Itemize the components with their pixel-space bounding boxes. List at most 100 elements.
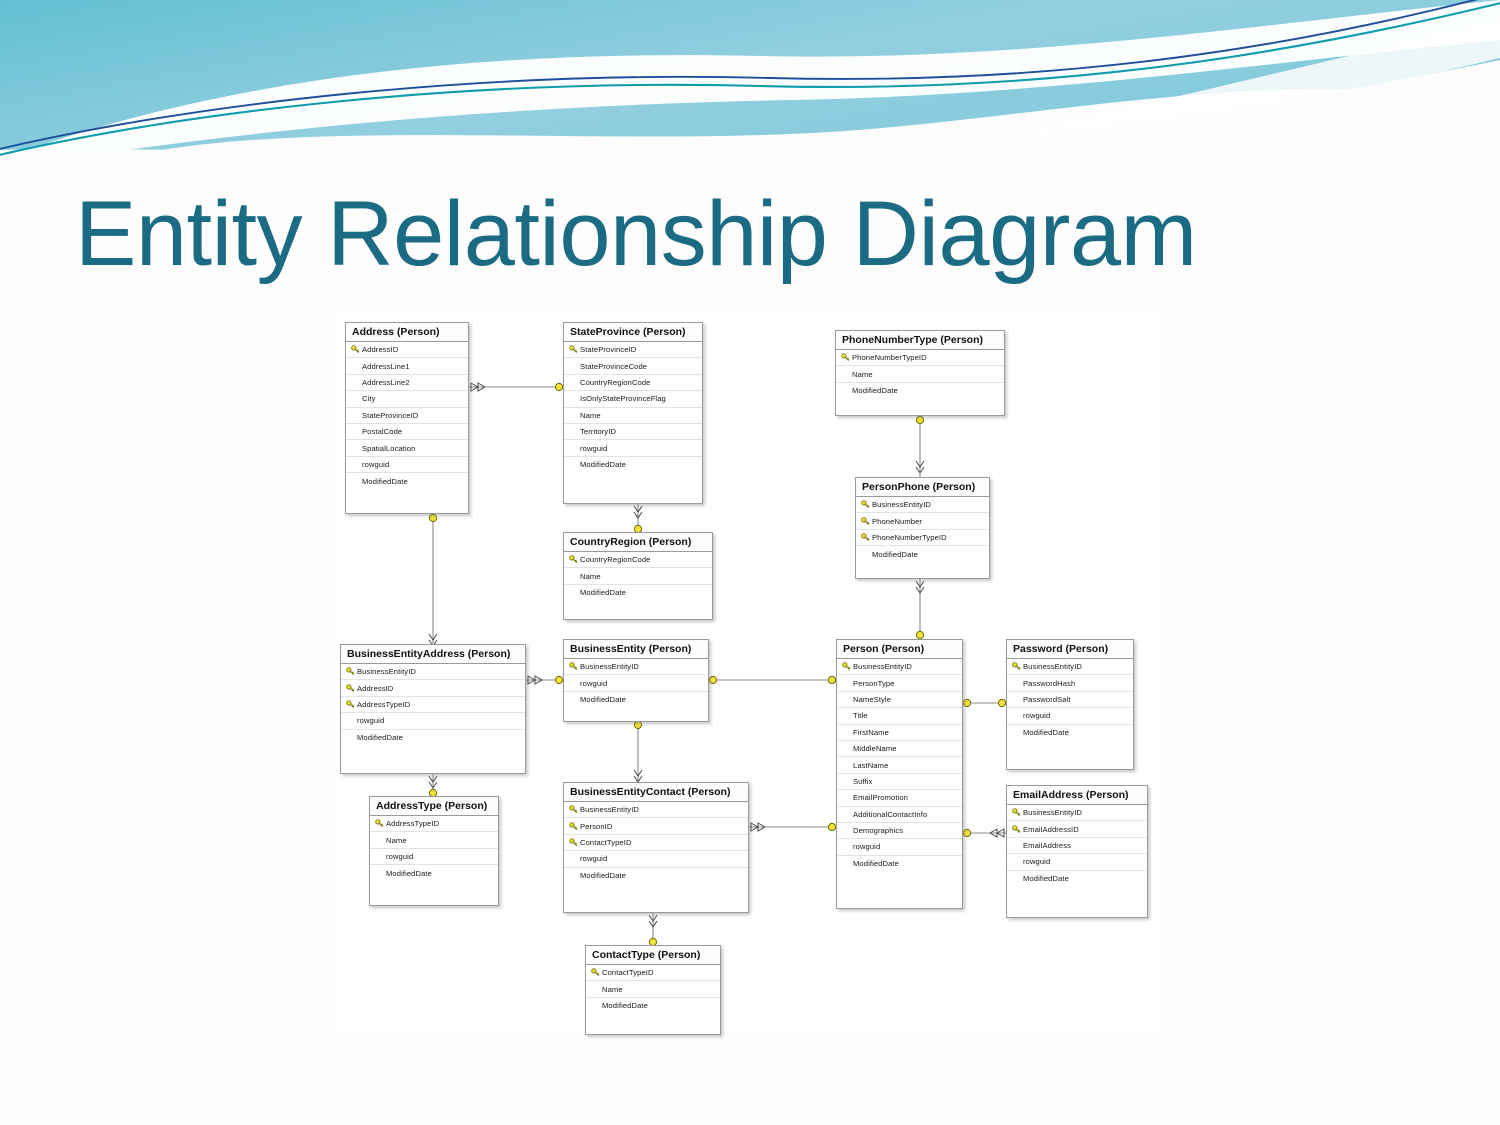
entity-field-row[interactable]: AddressID: [341, 680, 525, 697]
entity-table-stateprovince[interactable]: StateProvince (Person) StateProvinceID Sta…: [563, 322, 703, 504]
entity-field-row[interactable]: rowguid: [564, 851, 748, 868]
entity-field-row[interactable]: ModifiedDate: [837, 856, 962, 872]
entity-table-countryregion[interactable]: CountryRegion (Person) CountryRegionCode N…: [563, 532, 713, 620]
entity-field-row[interactable]: AddressTypeID: [341, 697, 525, 714]
header-wave-graphic: [0, 0, 1500, 160]
entity-field-row[interactable]: rowguid: [564, 440, 702, 457]
entity-field-row[interactable]: AddressTypeID: [370, 816, 498, 833]
entity-field-row[interactable]: MiddleName: [837, 741, 962, 758]
entity-field-row[interactable]: ModifiedDate: [1007, 871, 1147, 887]
entity-field-row[interactable]: Name: [564, 408, 702, 424]
entity-table-emailaddress[interactable]: EmailAddress (Person) BusinessEntityID Ema…: [1006, 785, 1148, 918]
entity-field-row[interactable]: Demographics: [837, 823, 962, 840]
entity-table-addresstype[interactable]: AddressType (Person) AddressTypeID Name row…: [369, 796, 499, 906]
entity-field-row[interactable]: rowguid: [370, 849, 498, 866]
entity-field-row[interactable]: LastName: [837, 757, 962, 774]
entity-field-row[interactable]: ModifiedDate: [346, 473, 468, 489]
entity-field-row[interactable]: ModifiedDate: [564, 457, 702, 473]
entity-field-row[interactable]: ModifiedDate: [1007, 725, 1133, 741]
entity-field-row[interactable]: rowguid: [837, 839, 962, 856]
entity-field-row[interactable]: AddressLine1: [346, 358, 468, 375]
entity-field-row[interactable]: AdditionalContactInfo: [837, 807, 962, 823]
primary-key-icon: [859, 500, 872, 509]
entity-field-row[interactable]: ModifiedDate: [586, 998, 720, 1014]
entity-field-row[interactable]: SpatialLocation: [346, 440, 468, 457]
entity-field-row[interactable]: FirstName: [837, 725, 962, 741]
entity-field-row[interactable]: StateProvinceCode: [564, 358, 702, 375]
entity-schema: (Person): [642, 326, 686, 338]
entity-field-row[interactable]: BusinessEntityID: [856, 497, 989, 514]
entity-field-row[interactable]: Name: [836, 366, 1004, 383]
entity-field-row[interactable]: Title: [837, 708, 962, 725]
entity-table-password[interactable]: Password (Person) BusinessEntityID Passwor…: [1006, 639, 1134, 770]
entity-field-row[interactable]: EmailAddress: [1007, 838, 1147, 855]
entity-table-businessentity[interactable]: BusinessEntity (Person) BusinessEntityID r…: [563, 639, 709, 722]
entity-field-row[interactable]: ModifiedDate: [564, 868, 748, 884]
entity-field-row[interactable]: BusinessEntityID: [837, 659, 962, 676]
entity-table-person[interactable]: Person (Person) BusinessEntityID PersonTyp…: [836, 639, 963, 909]
entity-field-row[interactable]: PersonType: [837, 675, 962, 692]
entity-table-personphone[interactable]: PersonPhone (Person) BusinessEntityID Phon…: [855, 477, 990, 579]
entity-field-row[interactable]: NameStyle: [837, 692, 962, 709]
entity-field-row[interactable]: Name: [586, 981, 720, 998]
entity-field-row[interactable]: ContactTypeID: [564, 835, 748, 852]
entity-field-row[interactable]: PasswordSalt: [1007, 692, 1133, 709]
entity-field-row[interactable]: StateProvinceID: [346, 408, 468, 424]
entity-field-row[interactable]: AddressLine2: [346, 375, 468, 392]
entity-field-row[interactable]: Suffix: [837, 774, 962, 791]
field-name: NameStyle: [853, 694, 892, 704]
entity-field-row[interactable]: ModifiedDate: [341, 730, 525, 746]
entity-field-row[interactable]: BusinessEntityID: [1007, 805, 1147, 822]
field-name: ModifiedDate: [852, 386, 898, 396]
entity-field-row[interactable]: PersonID: [564, 818, 748, 835]
entity-field-row[interactable]: PostalCode: [346, 424, 468, 441]
entity-table-address[interactable]: Address (Person) AddressID AddressLine1 Add…: [345, 322, 469, 514]
entity-field-row[interactable]: CountryRegionCode: [564, 375, 702, 392]
entity-field-row[interactable]: BusinessEntityID: [564, 802, 748, 819]
entity-field-row[interactable]: BusinessEntityID: [1007, 659, 1133, 676]
entity-table-header: BusinessEntityAddress (Person): [341, 645, 525, 664]
entity-field-row[interactable]: ContactTypeID: [586, 965, 720, 982]
entity-field-row[interactable]: BusinessEntityID: [341, 664, 525, 681]
entity-table-businessentityaddress[interactable]: BusinessEntityAddress (Person) BusinessEn…: [340, 644, 526, 774]
field-name: Name: [580, 571, 601, 581]
entity-field-row[interactable]: Name: [564, 568, 712, 585]
entity-field-row[interactable]: rowguid: [1007, 708, 1133, 725]
entity-table-phonenumbertype[interactable]: PhoneNumberType (Person) PhoneNumberTypeI…: [835, 330, 1005, 416]
entity-field-row[interactable]: AddressID: [346, 342, 468, 359]
entity-name: BusinessEntityContact: [570, 786, 685, 798]
entity-field-row[interactable]: ModifiedDate: [370, 865, 498, 881]
field-name: AddressTypeID: [386, 819, 440, 829]
entity-table-header: BusinessEntity (Person): [564, 640, 708, 659]
field-name: ContactTypeID: [602, 968, 654, 978]
entity-table-header: AddressType (Person): [370, 797, 498, 816]
entity-table-header: ContactType (Person): [586, 946, 720, 965]
entity-field-row[interactable]: PhoneNumberTypeID: [856, 530, 989, 547]
field-name: BusinessEntityID: [580, 805, 639, 815]
entity-field-row[interactable]: EmailAddressID: [1007, 821, 1147, 838]
entity-field-row[interactable]: ModifiedDate: [856, 546, 989, 562]
entity-field-row[interactable]: EmailPromotion: [837, 790, 962, 807]
entity-field-row[interactable]: PhoneNumberTypeID: [836, 350, 1004, 367]
entity-table-contacttype[interactable]: ContactType (Person) ContactTypeID Name Mod…: [585, 945, 721, 1035]
entity-field-row[interactable]: StateProvinceID: [564, 342, 702, 359]
entity-field-row[interactable]: PasswordHash: [1007, 675, 1133, 692]
entity-field-row[interactable]: City: [346, 391, 468, 408]
entity-table-businessentitycontact[interactable]: BusinessEntityContact (Person) BusinessEn…: [563, 782, 749, 913]
entity-field-row[interactable]: rowguid: [564, 675, 708, 692]
field-name: ModifiedDate: [1023, 874, 1069, 884]
entity-field-row[interactable]: ModifiedDate: [564, 692, 708, 708]
entity-field-row[interactable]: CountryRegionCode: [564, 552, 712, 569]
primary-key-icon: [349, 345, 362, 354]
entity-field-row[interactable]: rowguid: [1007, 854, 1147, 871]
entity-field-row[interactable]: PhoneNumber: [856, 513, 989, 530]
entity-field-row[interactable]: TerritoryID: [564, 424, 702, 441]
entity-field-row[interactable]: BusinessEntityID: [564, 659, 708, 676]
entity-field-row[interactable]: rowguid: [346, 457, 468, 474]
field-name: Demographics: [853, 826, 904, 836]
entity-field-row[interactable]: ModifiedDate: [564, 585, 712, 601]
entity-field-row[interactable]: ModifiedDate: [836, 383, 1004, 399]
entity-field-row[interactable]: rowguid: [341, 713, 525, 730]
entity-field-row[interactable]: IsOnlyStateProvinceFlag: [564, 391, 702, 408]
entity-field-row[interactable]: Name: [370, 832, 498, 849]
